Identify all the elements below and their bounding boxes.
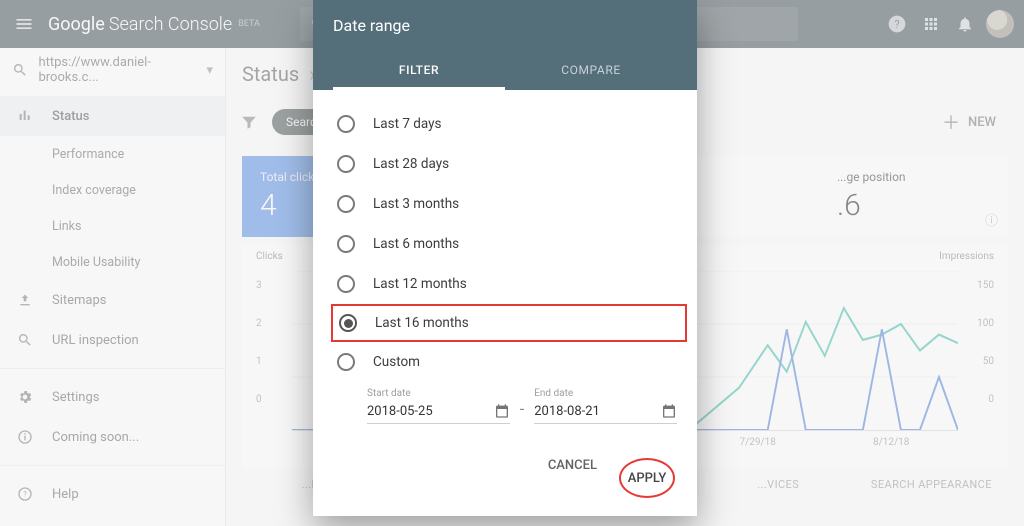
dialog-body: Last 7 days Last 28 days Last 3 months L… [313, 90, 697, 442]
radio-icon [339, 314, 357, 332]
cancel-button[interactable]: CANCEL [548, 458, 597, 498]
tab-filter[interactable]: FILTER [333, 53, 505, 90]
calendar-icon[interactable] [661, 403, 677, 419]
custom-date-row: Start date 2018-05-25 - End date 2018-08… [323, 382, 687, 434]
calendar-icon[interactable] [494, 403, 510, 419]
radio-icon [337, 235, 355, 253]
option-label: Last 3 months [373, 196, 459, 212]
radio-icon [337, 275, 355, 293]
option-label: Last 28 days [373, 156, 449, 172]
tab-compare[interactable]: COMPARE [505, 53, 677, 90]
field-value: 2018-08-21 [534, 404, 600, 419]
dialog-tabs: FILTER COMPARE [333, 53, 677, 90]
dialog-actions: CANCEL APPLY [313, 442, 697, 516]
date-separator: - [520, 399, 524, 424]
option-last-28-days[interactable]: Last 28 days [323, 144, 687, 184]
radio-icon [337, 155, 355, 173]
option-last-6-months[interactable]: Last 6 months [323, 224, 687, 264]
option-last-7-days[interactable]: Last 7 days [323, 104, 687, 144]
field-label: Start date [367, 388, 510, 399]
dialog-title: Date range [333, 16, 677, 35]
option-label: Last 6 months [373, 236, 459, 252]
radio-icon [337, 195, 355, 213]
option-label: Last 16 months [375, 315, 469, 331]
dialog-header: Date range FILTER COMPARE [313, 0, 697, 90]
option-last-12-months[interactable]: Last 12 months [323, 264, 687, 304]
radio-icon [337, 353, 355, 371]
radio-icon [337, 115, 355, 133]
date-range-dialog: Date range FILTER COMPARE Last 7 days La… [313, 0, 697, 516]
apply-button[interactable]: APPLY [619, 458, 675, 498]
option-label: Custom [373, 354, 420, 370]
start-date-field[interactable]: Start date 2018-05-25 [367, 388, 510, 424]
end-date-field[interactable]: End date 2018-08-21 [534, 388, 677, 424]
option-label: Last 7 days [373, 116, 442, 132]
option-last-3-months[interactable]: Last 3 months [323, 184, 687, 224]
option-custom[interactable]: Custom [323, 342, 687, 382]
option-last-16-months[interactable]: Last 16 months [331, 304, 687, 342]
field-label: End date [534, 388, 677, 399]
option-label: Last 12 months [373, 276, 467, 292]
field-value: 2018-05-25 [367, 404, 433, 419]
apply-label: APPLY [628, 471, 667, 486]
